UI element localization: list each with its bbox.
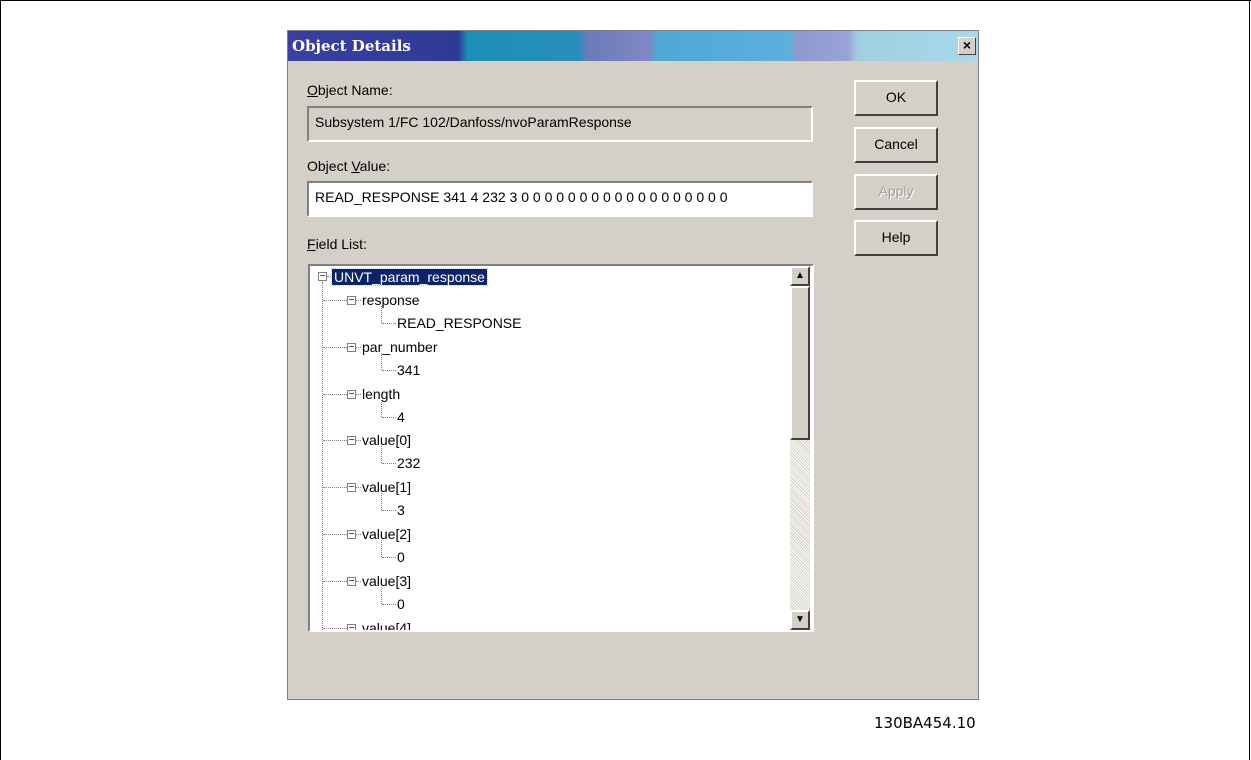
- field-collapse-icon[interactable]: −: [347, 624, 356, 630]
- root-collapse-icon[interactable]: −: [318, 272, 327, 282]
- dialog-titlebar[interactable]: Object Details ×: [288, 31, 978, 61]
- tree-value-node[interactable]: 341: [397, 360, 420, 380]
- tree-connector: [323, 628, 347, 629]
- tree-connector: [382, 323, 396, 324]
- tree-field-node[interactable]: value[2]: [362, 524, 411, 544]
- figure-border-top: [0, 0, 1251, 1]
- field-list-tree[interactable]: − UNVT_param_response − response READ_RE…: [308, 264, 814, 632]
- tree-connector: [323, 440, 347, 441]
- tree-connector: [356, 440, 361, 441]
- field-collapse-icon[interactable]: −: [347, 436, 356, 446]
- tree-value-node[interactable]: 0: [397, 594, 405, 614]
- tree-field-node[interactable]: par_number: [362, 337, 438, 357]
- field-collapse-icon[interactable]: −: [347, 530, 356, 540]
- close-icon: ×: [962, 37, 972, 53]
- scroll-down-icon[interactable]: ▼: [790, 610, 810, 630]
- tree-connector: [356, 534, 361, 535]
- object-details-dialog: Object Details × Object Name: Subsystem …: [287, 30, 979, 700]
- tree-connector: [323, 347, 347, 348]
- tree-value-node[interactable]: 232: [397, 453, 420, 473]
- tree-connector: [382, 370, 396, 371]
- tree-connector: [323, 487, 347, 488]
- apply-button[interactable]: Apply: [854, 174, 938, 210]
- tree-connector: [381, 306, 382, 323]
- object-name-label: Object Name:: [307, 82, 393, 98]
- field-collapse-icon[interactable]: −: [347, 577, 356, 587]
- scrollbar-thumb[interactable]: [790, 286, 810, 440]
- tree-connector: [323, 581, 347, 582]
- tree-content: − UNVT_param_response − response READ_RE…: [310, 266, 790, 630]
- tree-value-node[interactable]: READ_RESPONSE: [397, 313, 521, 333]
- tree-root-node[interactable]: UNVT_param_response: [331, 267, 488, 287]
- tree-connector: [323, 394, 347, 395]
- object-name-field[interactable]: Subsystem 1/FC 102/Danfoss/nvoParamRespo…: [307, 106, 813, 142]
- tree-connector: [356, 394, 361, 395]
- tree-connector: [382, 417, 396, 418]
- figure-border-left: [0, 0, 1, 760]
- tree-connector: [323, 300, 347, 301]
- field-collapse-icon[interactable]: −: [347, 483, 356, 493]
- tree-value-node[interactable]: 0: [397, 547, 405, 567]
- object-value-label: Object Value:: [307, 158, 391, 174]
- tree-connector: [382, 604, 396, 605]
- tree-field-node[interactable]: response: [362, 290, 420, 310]
- tree-connector: [356, 347, 361, 348]
- tree-field-node[interactable]: value[0]: [362, 430, 411, 450]
- tree-connector: [356, 487, 361, 488]
- field-collapse-icon[interactable]: −: [347, 343, 356, 353]
- field-collapse-icon[interactable]: −: [347, 390, 356, 400]
- tree-connector: [381, 540, 382, 557]
- tree-field-node[interactable]: value[3]: [362, 571, 411, 591]
- close-button[interactable]: ×: [958, 37, 976, 55]
- tree-connector: [382, 557, 396, 558]
- field-list-label: Field List:: [307, 236, 367, 252]
- tree-connector: [381, 446, 382, 463]
- tree-connector: [356, 581, 361, 582]
- cancel-button[interactable]: Cancel: [854, 127, 938, 163]
- tree-connector: [322, 282, 323, 630]
- scroll-up-icon[interactable]: ▲: [790, 266, 810, 286]
- tree-connector: [382, 463, 396, 464]
- tree-connector: [327, 276, 331, 277]
- tree-value-node[interactable]: 4: [397, 407, 405, 427]
- tree-connector: [323, 534, 347, 535]
- tree-connector: [381, 400, 382, 417]
- tree-value-node[interactable]: 3: [397, 500, 405, 520]
- ok-button[interactable]: OK: [854, 80, 938, 116]
- tree-field-node[interactable]: value[4]: [362, 618, 411, 630]
- tree-connector: [381, 353, 382, 370]
- tree-connector: [382, 510, 396, 511]
- help-button[interactable]: Help: [854, 220, 938, 256]
- tree-connector: [381, 587, 382, 604]
- figure-caption: 130BA454.10: [874, 714, 976, 732]
- tree-connector: [381, 493, 382, 510]
- tree-field-node[interactable]: value[1]: [362, 477, 411, 497]
- dialog-title: Object Details: [292, 37, 411, 55]
- field-collapse-icon[interactable]: −: [347, 296, 356, 306]
- figure-border-right: [1249, 0, 1250, 760]
- tree-connector: [356, 300, 361, 301]
- object-value-field[interactable]: READ_RESPONSE 341 4 232 3 0 0 0 0 0 0 0 …: [307, 181, 813, 217]
- tree-scrollbar[interactable]: ▲ ▼: [790, 266, 810, 630]
- tree-root-label: UNVT_param_response: [331, 268, 488, 286]
